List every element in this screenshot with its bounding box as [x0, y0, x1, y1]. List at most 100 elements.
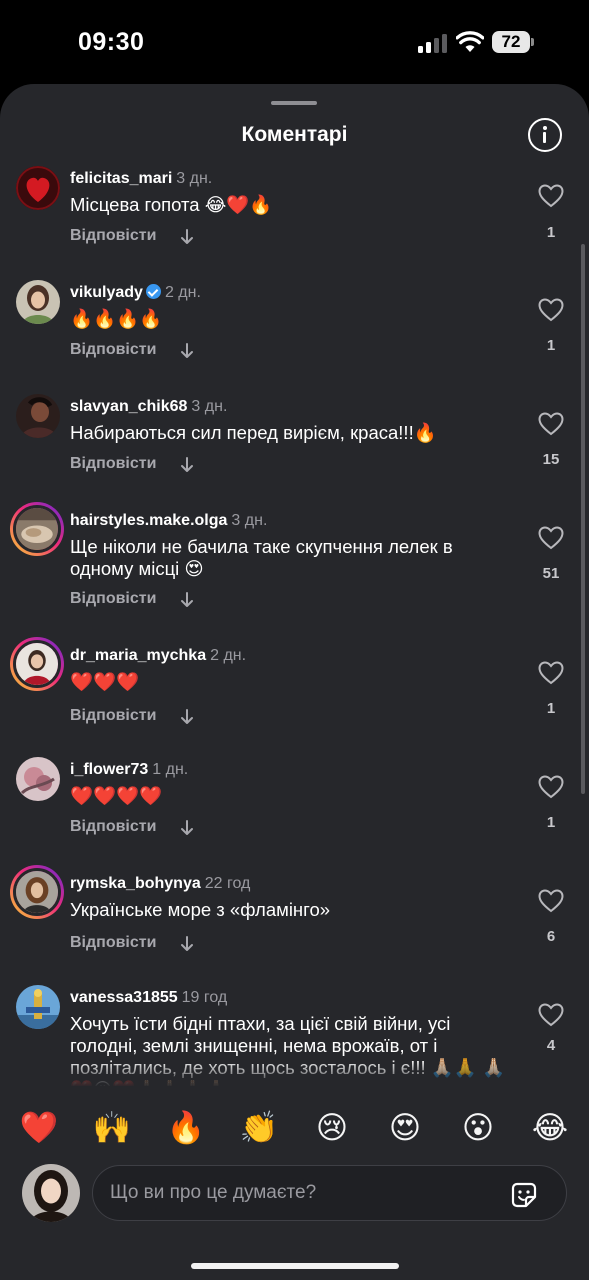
arrow-down-icon[interactable] [180, 820, 194, 836]
reply-button[interactable]: Відповісти [70, 707, 156, 725]
arrow-down-icon[interactable] [180, 709, 194, 725]
like-count: 1 [546, 224, 556, 241]
comment-time: 3 дн. [176, 170, 213, 187]
battery-level: 72 [501, 32, 521, 51]
cellular-signal-icon [418, 33, 448, 53]
comment-time: 3 дн. [191, 398, 228, 415]
heart-icon[interactable] [538, 526, 564, 550]
like-count: 1 [546, 337, 556, 354]
like-count: 4 [546, 1037, 556, 1054]
avatar[interactable] [16, 985, 60, 1029]
comment-header: felicitas_mari 3 дн. [70, 170, 212, 188]
comment-header: hairstyles.make.olga 3 дн. [70, 512, 267, 530]
comment-composer [92, 1165, 567, 1221]
comments-sheet: Коментарі felicitas_mari 3 дн. Місцева го… [0, 84, 589, 1280]
info-icon[interactable] [528, 118, 562, 152]
heart-icon[interactable] [538, 412, 564, 436]
comment-username[interactable]: i_flower73 [70, 761, 148, 778]
comment-time: 22 год [204, 875, 251, 892]
avatar-story-ring[interactable] [10, 637, 64, 691]
reaction-surprised-button[interactable]: 😮 [456, 1106, 500, 1150]
like-count: 15 [542, 451, 560, 468]
comment-username[interactable]: felicitas_mari [70, 170, 172, 187]
like-count: 51 [542, 565, 560, 582]
comment-item: slavyan_chik68 3 дн. Набираються сил пере… [0, 394, 589, 504]
comment-header: dr_maria_mychka 2 дн. [70, 647, 246, 665]
arrow-down-icon[interactable] [180, 592, 194, 608]
like-count: 1 [546, 700, 556, 717]
avatar-story-ring[interactable] [10, 865, 64, 919]
comment-time: 1 дн. [152, 761, 189, 778]
heart-icon[interactable] [538, 661, 564, 685]
reply-button[interactable]: Відповісти [70, 934, 156, 952]
comment-time: 2 дн. [210, 647, 247, 664]
reply-button[interactable]: Відповісти [70, 590, 156, 608]
reply-button[interactable]: Відповісти [70, 818, 156, 836]
comment-time: 2 дн. [164, 284, 201, 301]
heart-icon[interactable] [538, 775, 564, 799]
heart-icon[interactable] [538, 298, 564, 322]
avatar[interactable] [16, 394, 60, 438]
comment-text: Українське море з «фламінго» [70, 899, 331, 920]
arrow-down-icon[interactable] [180, 343, 194, 359]
comment-username[interactable]: rymska_bohynya [70, 875, 201, 892]
comment-input[interactable] [110, 1166, 490, 1219]
reply-button[interactable]: Відповісти [70, 227, 156, 245]
arrow-down-icon[interactable] [180, 936, 194, 952]
avatar[interactable] [16, 166, 60, 210]
sticker-icon[interactable] [509, 1180, 539, 1210]
reaction-laugh-button[interactable]: 😂 [528, 1106, 572, 1150]
verified-badge-icon [145, 284, 161, 299]
comment-header: vikulyady 2 дн. [70, 284, 201, 302]
comment-header: i_flower73 1 дн. [70, 761, 188, 779]
reply-button[interactable]: Відповісти [70, 341, 156, 359]
comment-time: 3 дн. [231, 512, 268, 529]
avatar[interactable] [16, 757, 60, 801]
comment-text: Ще ніколи не бачила таке скупчення лелек… [70, 536, 453, 579]
comment-header: vanessa31855 19 год [70, 989, 227, 1007]
comment-header: rymska_bohynya 22 год [70, 875, 250, 893]
comment-text: ❤️❤️❤️ [70, 671, 140, 692]
comments-list: felicitas_mari 3 дн. Місцева гопота 😂❤️🔥 … [0, 162, 589, 1086]
heart-icon[interactable] [538, 889, 564, 913]
status-time: 09:30 [78, 28, 145, 56]
reaction-heart-eyes-button[interactable]: 😍 [383, 1106, 427, 1150]
comment-username[interactable]: dr_maria_mychka [70, 647, 206, 664]
comment-time: 19 год [181, 989, 228, 1006]
list-fade [0, 1059, 589, 1087]
comment-text: 🔥🔥🔥🔥 [70, 308, 163, 329]
avatar[interactable] [16, 280, 60, 324]
like-count: 1 [546, 814, 556, 831]
reaction-heart-button[interactable]: ❤️ [17, 1106, 61, 1150]
comment-username[interactable]: vikulyady [70, 284, 143, 301]
like-count: 6 [546, 928, 556, 945]
comment-text: ❤️❤️❤️❤️ [70, 785, 163, 806]
quick-reactions-bar: ❤️ 🙌 🔥 👏 😢 😍 😮 😂 [0, 1106, 589, 1150]
comment-username[interactable]: vanessa31855 [70, 989, 178, 1006]
sheet-title: Коментарі [241, 123, 348, 146]
wifi-icon [456, 31, 484, 52]
arrow-down-icon[interactable] [180, 457, 194, 473]
reply-button[interactable]: Відповісти [70, 455, 156, 473]
reaction-fire-button[interactable]: 🔥 [164, 1106, 208, 1150]
reaction-clap-button[interactable]: 👏 [237, 1106, 281, 1150]
reaction-raised-hands-button[interactable]: 🙌 [90, 1106, 134, 1150]
comment-username[interactable]: slavyan_chik68 [70, 398, 187, 415]
arrow-down-icon[interactable] [180, 229, 194, 245]
comment-item: i_flower73 1 дн. ❤️❤️❤️❤️ Відповісти 1 [0, 757, 589, 867]
current-user-avatar [22, 1164, 80, 1222]
status-bar: 09:30 72 [0, 0, 589, 84]
avatar-story-ring[interactable] [10, 502, 64, 556]
reaction-cry-button[interactable]: 😢 [310, 1106, 354, 1150]
sheet-grabber[interactable] [271, 101, 317, 105]
comment-username[interactable]: hairstyles.make.olga [70, 512, 227, 529]
comment-item: rymska_bohynya 22 год Українське море з «… [0, 865, 589, 985]
comment-item: dr_maria_mychka 2 дн. ❤️❤️❤️ Відповісти 1 [0, 637, 589, 753]
comment-header: slavyan_chik68 3 дн. [70, 398, 227, 416]
heart-icon[interactable] [538, 1003, 564, 1027]
home-indicator[interactable] [191, 1263, 399, 1269]
heart-icon[interactable] [538, 184, 564, 208]
comment-item: felicitas_mari 3 дн. Місцева гопота 😂❤️🔥 … [0, 166, 589, 276]
comment-text: Місцева гопота 😂❤️🔥 [70, 194, 273, 215]
comment-text: Набираються сил перед вирієм, краса!!!🔥 [70, 422, 437, 443]
